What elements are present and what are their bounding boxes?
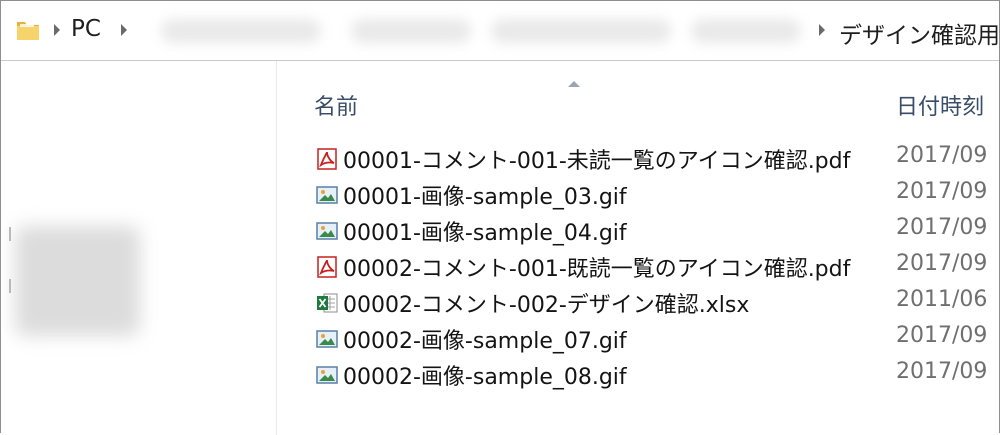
file-name: 00001-コメント-001-未読一覧のアイコン確認.pdf — [343, 149, 851, 174]
file-row[interactable]: 00001-コメント-001-未読一覧のアイコン確認.pdf 2017/09 — [301, 141, 1000, 177]
file-row[interactable]: 00002-画像-sample_07.gif 2017/09 — [301, 321, 1000, 357]
image-file-icon — [316, 330, 338, 348]
redacted-nav-item — [15, 226, 140, 336]
file-name: 00002-画像-sample_08.gif — [343, 365, 627, 390]
breadcrumb-separator-icon[interactable] — [121, 24, 127, 36]
redacted-path-segment — [161, 19, 321, 43]
column-header-date[interactable]: 日付時刻 — [896, 89, 984, 121]
explorer-window: PC デザイン確認用 名前 日付時刻 00001-コメント-001-未読一覧のア… — [0, 0, 1000, 435]
pdf-file-icon — [317, 256, 337, 278]
file-name: 00002-画像-sample_07.gif — [343, 329, 627, 354]
file-date: 2017/09 — [896, 323, 988, 348]
breadcrumb-current-folder[interactable]: デザイン確認用 — [839, 16, 1000, 50]
file-name: 00002-コメント-002-デザイン確認.xlsx — [343, 293, 750, 318]
file-row[interactable]: 00002-コメント-001-既読一覧のアイコン確認.pdf 2017/09 — [301, 249, 1000, 285]
file-date: 2017/09 — [896, 359, 988, 384]
file-date: 2017/09 — [896, 143, 988, 168]
file-row[interactable]: 00001-画像-sample_03.gif 2017/09 — [301, 177, 1000, 213]
redacted-path-segment — [691, 19, 801, 43]
file-date: 2011/06 — [896, 287, 988, 312]
excel-file-icon — [317, 293, 338, 313]
file-row[interactable]: 00002-コメント-002-デザイン確認.xlsx 2011/06 — [301, 285, 1000, 321]
column-header-name[interactable]: 名前 — [314, 89, 358, 121]
nav-tree-line — [9, 227, 11, 241]
breadcrumb-separator-icon[interactable] — [819, 24, 825, 36]
address-bar[interactable]: PC デザイン確認用 — [1, 1, 1000, 61]
folder-icon — [17, 22, 39, 40]
file-date: 2017/09 — [896, 215, 988, 240]
file-name: 00001-画像-sample_03.gif — [343, 185, 627, 210]
file-date: 2017/09 — [896, 179, 988, 204]
file-name: 00001-画像-sample_04.gif — [343, 221, 627, 246]
redacted-path-segment — [491, 19, 671, 43]
image-file-icon — [316, 222, 338, 240]
file-row[interactable]: 00001-画像-sample_04.gif 2017/09 — [301, 213, 1000, 249]
sort-ascending-icon — [568, 81, 580, 87]
nav-tree-line — [9, 279, 11, 293]
navigation-pane[interactable] — [1, 61, 277, 435]
file-row[interactable]: 00002-画像-sample_08.gif 2017/09 — [301, 357, 1000, 393]
image-file-icon — [316, 186, 338, 204]
breadcrumb-pc[interactable]: PC — [71, 16, 101, 42]
file-name: 00002-コメント-001-既読一覧のアイコン確認.pdf — [343, 257, 851, 282]
breadcrumb-separator-icon[interactable] — [54, 24, 60, 36]
pdf-file-icon — [317, 148, 337, 170]
file-date: 2017/09 — [896, 251, 988, 276]
image-file-icon — [316, 366, 338, 384]
redacted-path-segment — [351, 19, 471, 43]
